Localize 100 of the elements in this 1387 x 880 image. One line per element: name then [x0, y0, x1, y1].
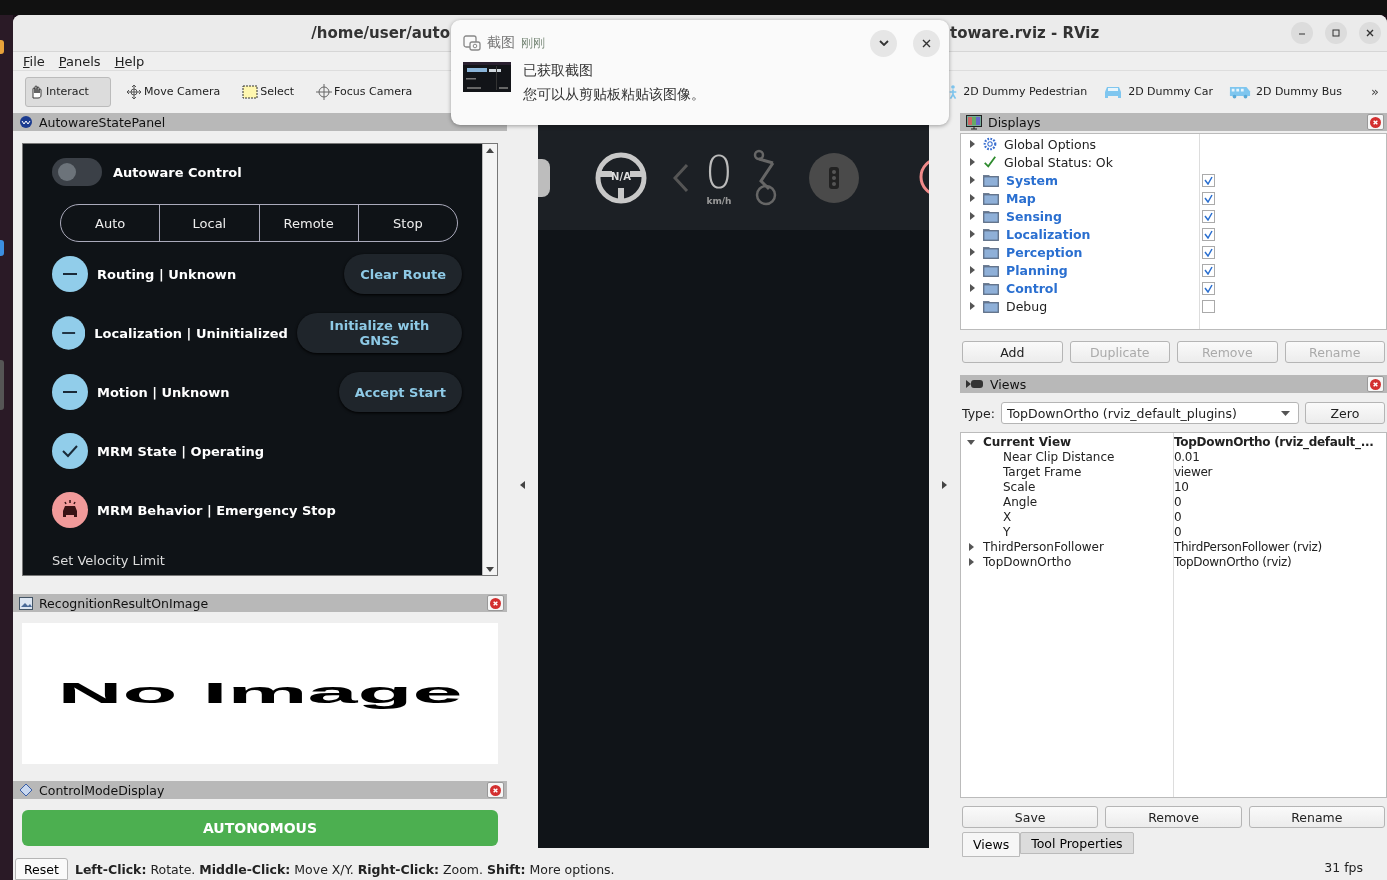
close-icon — [1370, 378, 1381, 390]
expand-arrow-icon[interactable] — [968, 230, 976, 238]
close-button[interactable] — [1367, 114, 1384, 130]
property-value: ThirdPersonFollower (rviz) — [1174, 539, 1323, 554]
display-item[interactable]: Map — [1006, 190, 1036, 206]
tab[interactable]: Views — [962, 832, 1021, 857]
tab[interactable]: Tool Properties — [1020, 832, 1134, 854]
steering-wheel-icon — [595, 151, 647, 204]
checkbox[interactable] — [1202, 191, 1215, 205]
close-button[interactable] — [1359, 22, 1381, 44]
close-icon — [922, 38, 931, 48]
checkbox[interactable] — [1202, 263, 1215, 277]
mode-button[interactable]: Local — [159, 205, 259, 241]
traffic-light-icon — [809, 152, 859, 203]
display-item[interactable]: Planning — [1006, 262, 1068, 278]
folder-icon — [983, 281, 999, 295]
checkbox[interactable] — [1202, 173, 1215, 187]
move-arrows-icon — [126, 83, 142, 100]
checkbox[interactable] — [1202, 299, 1215, 313]
checkbox[interactable] — [1202, 281, 1215, 295]
window-title: /home/user/auto — [311, 24, 450, 42]
expand-arrow-icon[interactable] — [967, 557, 975, 566]
checkbox[interactable] — [1202, 227, 1215, 241]
checkbox[interactable] — [1202, 209, 1215, 223]
expand-arrow-icon[interactable] — [968, 266, 976, 274]
property-name: X — [1003, 509, 1012, 524]
tool-button[interactable]: Interact — [25, 76, 111, 107]
mode-button[interactable]: Auto — [61, 205, 160, 241]
panel-button[interactable]: Add — [962, 341, 1063, 363]
velocity-label: Set Velocity Limit — [52, 553, 166, 568]
speed-value: 0 — [705, 149, 733, 196]
tool-button[interactable]: 2D Dummy Car — [1100, 76, 1220, 107]
tool-button[interactable]: Select — [239, 76, 302, 107]
action-button[interactable]: Clear Route — [344, 254, 462, 294]
expand-arrow-icon[interactable] — [968, 212, 976, 220]
zero-button[interactable]: Zero — [1304, 402, 1385, 424]
expand-arrow-icon[interactable] — [968, 284, 976, 292]
collapse-arrow-icon[interactable] — [520, 480, 525, 489]
mode-button[interactable]: Remote — [258, 205, 358, 241]
minimize-button[interactable] — [1291, 22, 1313, 44]
chevron-down-icon — [878, 40, 889, 46]
close-button[interactable] — [1367, 376, 1384, 392]
property-value: 0 — [1174, 509, 1183, 524]
menu-item[interactable]: Panels — [58, 53, 101, 69]
display-item[interactable]: Debug — [1006, 298, 1048, 314]
scroll-down-icon[interactable] — [486, 566, 494, 572]
property-name: Current View — [983, 434, 1072, 449]
expand-arrow-icon[interactable] — [967, 542, 975, 551]
tool-button[interactable]: Focus Camera — [313, 76, 420, 107]
tool-button[interactable]: 2D Dummy Bus — [1225, 76, 1350, 107]
folder-icon — [983, 173, 999, 187]
status-label: MRM Behavior | Emergency Stop — [97, 502, 337, 518]
panel-button[interactable]: Save — [962, 806, 1099, 828]
expand-arrow-icon[interactable] — [968, 176, 976, 184]
mode-button[interactable]: Stop — [357, 205, 457, 241]
expand-arrow-icon[interactable] — [968, 248, 976, 256]
display-item[interactable]: System — [1006, 172, 1059, 188]
speed-unit: km/h — [706, 195, 732, 206]
notification-time: 刚刚 — [521, 34, 546, 52]
car-warning-icon — [52, 492, 88, 528]
overflow-button[interactable]: » — [1355, 84, 1379, 99]
display-item[interactable]: Control — [1006, 280, 1058, 296]
scrollbar[interactable] — [482, 144, 497, 575]
checkbox[interactable] — [1202, 245, 1215, 259]
display-item[interactable]: Perception — [1006, 244, 1083, 260]
expand-arrow-icon[interactable] — [942, 480, 947, 489]
close-button[interactable] — [487, 782, 504, 798]
menu-item[interactable]: File — [23, 53, 45, 69]
display-item[interactable]: Localization — [1006, 226, 1091, 242]
gear-icon — [983, 137, 997, 151]
display-item[interactable]: Sensing — [1006, 208, 1062, 224]
expand-arrow-icon[interactable] — [968, 140, 976, 148]
close-button[interactable] — [913, 29, 940, 57]
expand-arrow-icon[interactable] — [968, 194, 976, 202]
notification-title: 已获取截图 — [523, 62, 594, 80]
maximize-button[interactable] — [1325, 22, 1347, 44]
expand-arrow-icon[interactable] — [968, 302, 976, 310]
expand-arrow-icon[interactable] — [968, 158, 976, 166]
toggle-switch[interactable] — [52, 158, 102, 186]
action-button[interactable]: Accept Start — [338, 372, 462, 412]
display-item[interactable]: Global Options — [1004, 136, 1097, 152]
display-item[interactable]: Global Status: Ok — [1004, 154, 1113, 170]
property-name: Scale — [1003, 479, 1036, 494]
3d-view[interactable]: N/A 0 km/h — [538, 125, 929, 848]
type-dropdown[interactable]: TopDownOrtho (rviz_default_plugins) — [1000, 402, 1299, 424]
panel-button[interactable]: Remove — [1105, 806, 1242, 828]
tool-button[interactable]: Move Camera — [123, 76, 228, 107]
property-name: TopDownOrtho — [983, 554, 1072, 569]
close-button[interactable] — [487, 595, 504, 611]
reset-button[interactable]: Reset — [15, 858, 68, 880]
expand-button[interactable] — [870, 29, 897, 57]
collapse-arrow-icon[interactable] — [967, 437, 975, 446]
scroll-up-icon[interactable] — [486, 147, 494, 153]
tool-button[interactable]: 2D Dummy Pedestrian — [945, 76, 1095, 107]
status-label: MRM State | Operating — [97, 443, 266, 459]
minus-circle-icon — [52, 256, 88, 292]
panel-button[interactable]: Rename — [1248, 806, 1385, 828]
property-name: ThirdPersonFollower — [983, 539, 1104, 554]
menu-item[interactable]: Help — [114, 53, 145, 69]
action-button[interactable]: Initialize with GNSS — [296, 313, 462, 353]
